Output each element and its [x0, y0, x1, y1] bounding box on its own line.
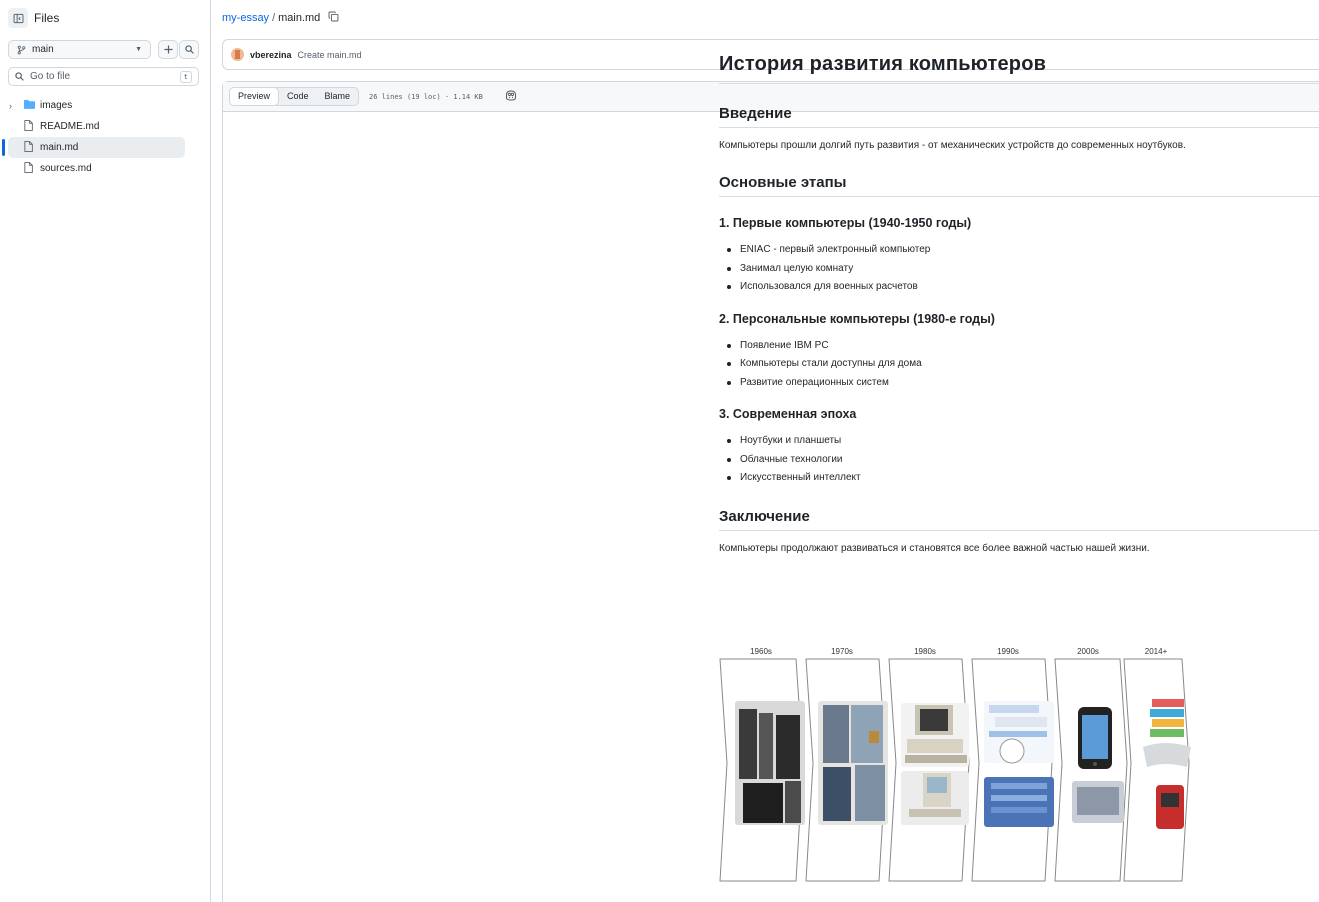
search-code-button[interactable]	[179, 40, 199, 59]
section-heading-conclusion: Заключение	[719, 504, 1319, 531]
tree-item-label: main.md	[40, 142, 79, 153]
sidebar-header: Files	[8, 8, 59, 28]
tree-item-sources[interactable]: sources.md	[8, 158, 185, 179]
section-heading-intro: Введение	[719, 101, 1319, 128]
sidebar-collapse-icon	[13, 13, 23, 23]
tree-item-label: images	[40, 100, 73, 111]
timeline-graphic	[719, 658, 1191, 882]
page-title: История развития компьютеров	[719, 47, 1319, 84]
tree-item-main-md[interactable]: main.md	[2, 137, 185, 158]
stage-heading: 2. Персональные компьютеры (1980-е годы)	[719, 311, 995, 326]
computer-history-timeline-image: 1960s 1970s 1980s 1990s 2000s 2014+	[719, 643, 1202, 883]
file-icon	[24, 162, 33, 173]
file-icon	[24, 141, 33, 152]
sidebar-title: Files	[34, 11, 60, 25]
list-item: Искусственный интеллект	[727, 469, 1319, 488]
chevron-right-icon: ›	[9, 100, 12, 111]
commit-author[interactable]: vberezina	[250, 50, 292, 60]
file-tree: › images README.md main.md sources.md	[0, 95, 211, 179]
tab-blame[interactable]: Blame	[317, 88, 359, 105]
stage-list: Ноутбуки и планшеты Облачные технологии …	[719, 432, 1319, 488]
file-meta: 26 lines (19 loc) · 1.14 KB	[369, 92, 483, 101]
tree-item-readme[interactable]: README.md	[8, 116, 185, 137]
avatar[interactable]	[231, 48, 244, 61]
tab-preview[interactable]: Preview	[230, 88, 280, 105]
go-to-file-input[interactable]: Go to file t	[8, 67, 199, 86]
copy-icon	[328, 11, 339, 22]
file-icon	[24, 120, 33, 131]
stage-list: ENIAC - первый электронный компьютер Зан…	[719, 241, 1319, 297]
add-file-button[interactable]	[158, 40, 178, 59]
keyboard-shortcut-hint: t	[179, 70, 192, 83]
era-label: 1960s	[750, 647, 772, 656]
era-label: 2000s	[1077, 647, 1099, 656]
file-tree-sidebar: Files main ▼ Go to file t › images READM…	[0, 0, 211, 902]
era-label: 2014+	[1144, 647, 1168, 656]
search-icon	[184, 45, 194, 54]
copilot-button[interactable]	[505, 89, 517, 104]
go-to-file-placeholder: Go to file	[30, 71, 71, 82]
list-item: Развитие операционных систем	[727, 374, 1319, 393]
collapse-sidebar-button[interactable]	[8, 8, 28, 28]
breadcrumb: my-essay / main.md	[222, 11, 339, 25]
git-branch-icon	[17, 45, 26, 54]
section-heading-stages: Основные этапы	[719, 170, 1319, 197]
copy-path-button[interactable]	[328, 11, 339, 25]
breadcrumb-separator: /	[272, 12, 276, 24]
stage-heading: 3. Современная эпоха	[719, 407, 857, 421]
copilot-icon	[505, 89, 516, 101]
plus-icon	[163, 45, 173, 54]
tree-item-label: sources.md	[40, 163, 92, 174]
list-item: Ноутбуки и планшеты	[727, 432, 1319, 451]
list-item: Компьютеры стали доступны для дома	[727, 355, 1319, 374]
list-item: Занимал целую комнату	[727, 260, 1319, 279]
stage-list: Появление IBM PC Компьютеры стали доступ…	[719, 337, 1319, 393]
tree-item-images[interactable]: › images	[8, 95, 185, 116]
file-view: my-essay / main.md vberezina Create main…	[222, 0, 1319, 902]
list-item: ENIAC - первый электронный компьютер	[727, 241, 1319, 260]
markdown-article: История развития компьютеров Введение Ко…	[719, 47, 1319, 556]
commit-message[interactable]: Create main.md	[298, 50, 362, 60]
breadcrumb-repo-link[interactable]: my-essay	[222, 12, 269, 24]
stage-heading: 1. Первые компьютеры (1940-1950 годы)	[719, 216, 972, 230]
search-icon	[15, 72, 24, 81]
branch-name: main	[32, 44, 54, 55]
branch-selector[interactable]: main ▼	[8, 40, 151, 59]
intro-paragraph: Компьютеры прошли долгий путь развития -…	[719, 140, 1186, 151]
conclusion-paragraph: Компьютеры продолжают развиваться и стан…	[719, 542, 1150, 554]
list-item: Появление IBM PC	[727, 337, 1319, 356]
folder-icon	[24, 99, 35, 109]
tree-item-label: README.md	[40, 121, 100, 132]
view-mode-tabs: Preview Code Blame	[229, 87, 360, 106]
tab-code[interactable]: Code	[279, 88, 317, 105]
era-label: 1990s	[997, 647, 1019, 656]
list-item: Облачные технологии	[727, 451, 1319, 470]
list-item: Использовался для военных расчетов	[727, 278, 1319, 297]
era-label: 1970s	[831, 647, 853, 656]
chevron-down-icon: ▼	[135, 46, 142, 53]
breadcrumb-file: main.md	[278, 12, 321, 24]
era-label: 1980s	[914, 647, 936, 656]
